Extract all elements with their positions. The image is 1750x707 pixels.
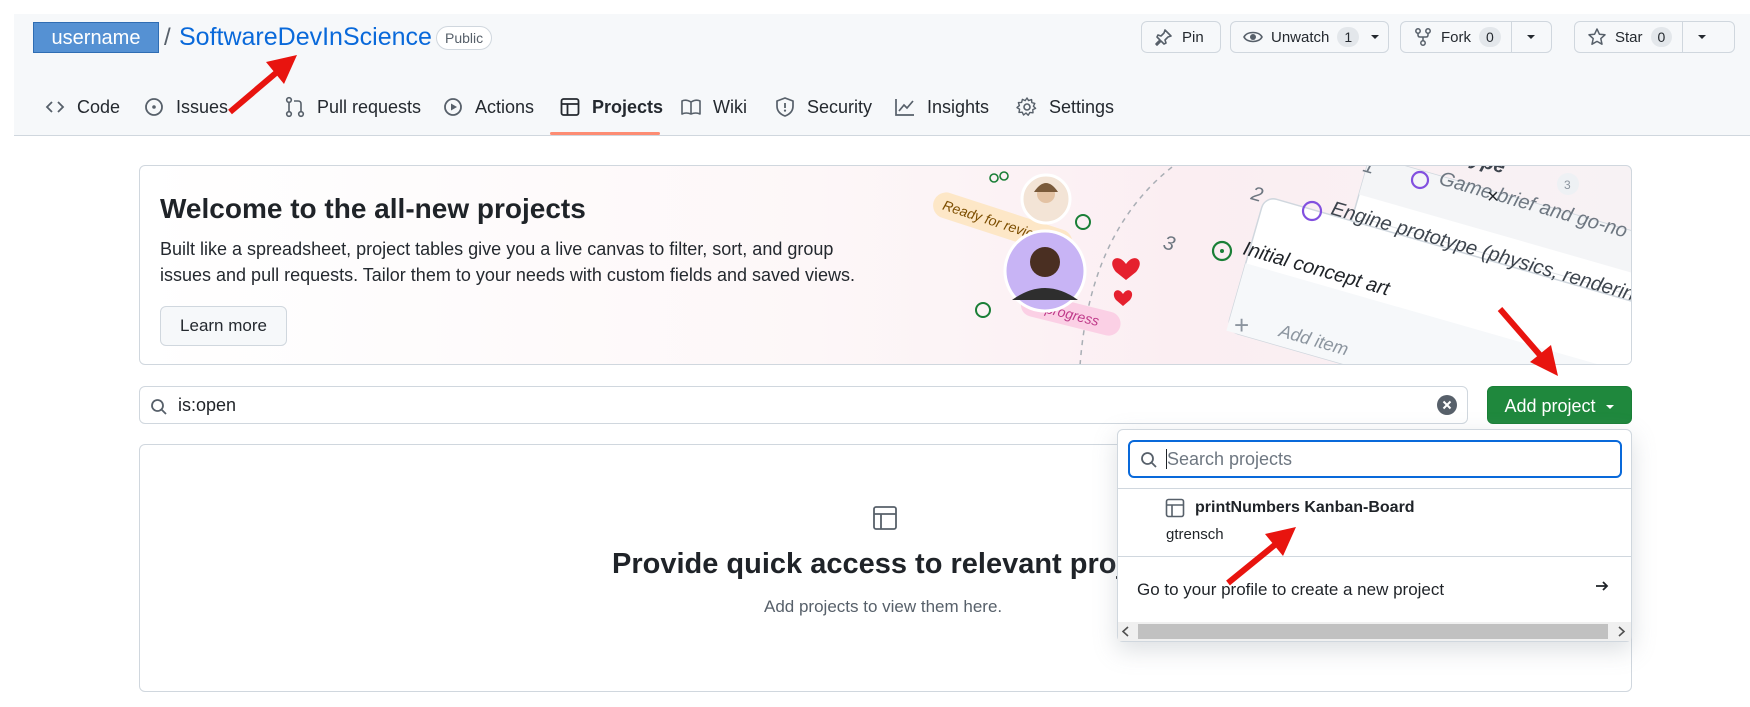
annotation-arrow <box>228 55 297 115</box>
annotation-arrows <box>228 55 1558 586</box>
annotation-arrow <box>1226 527 1296 586</box>
annotation-arrow <box>1497 307 1558 376</box>
